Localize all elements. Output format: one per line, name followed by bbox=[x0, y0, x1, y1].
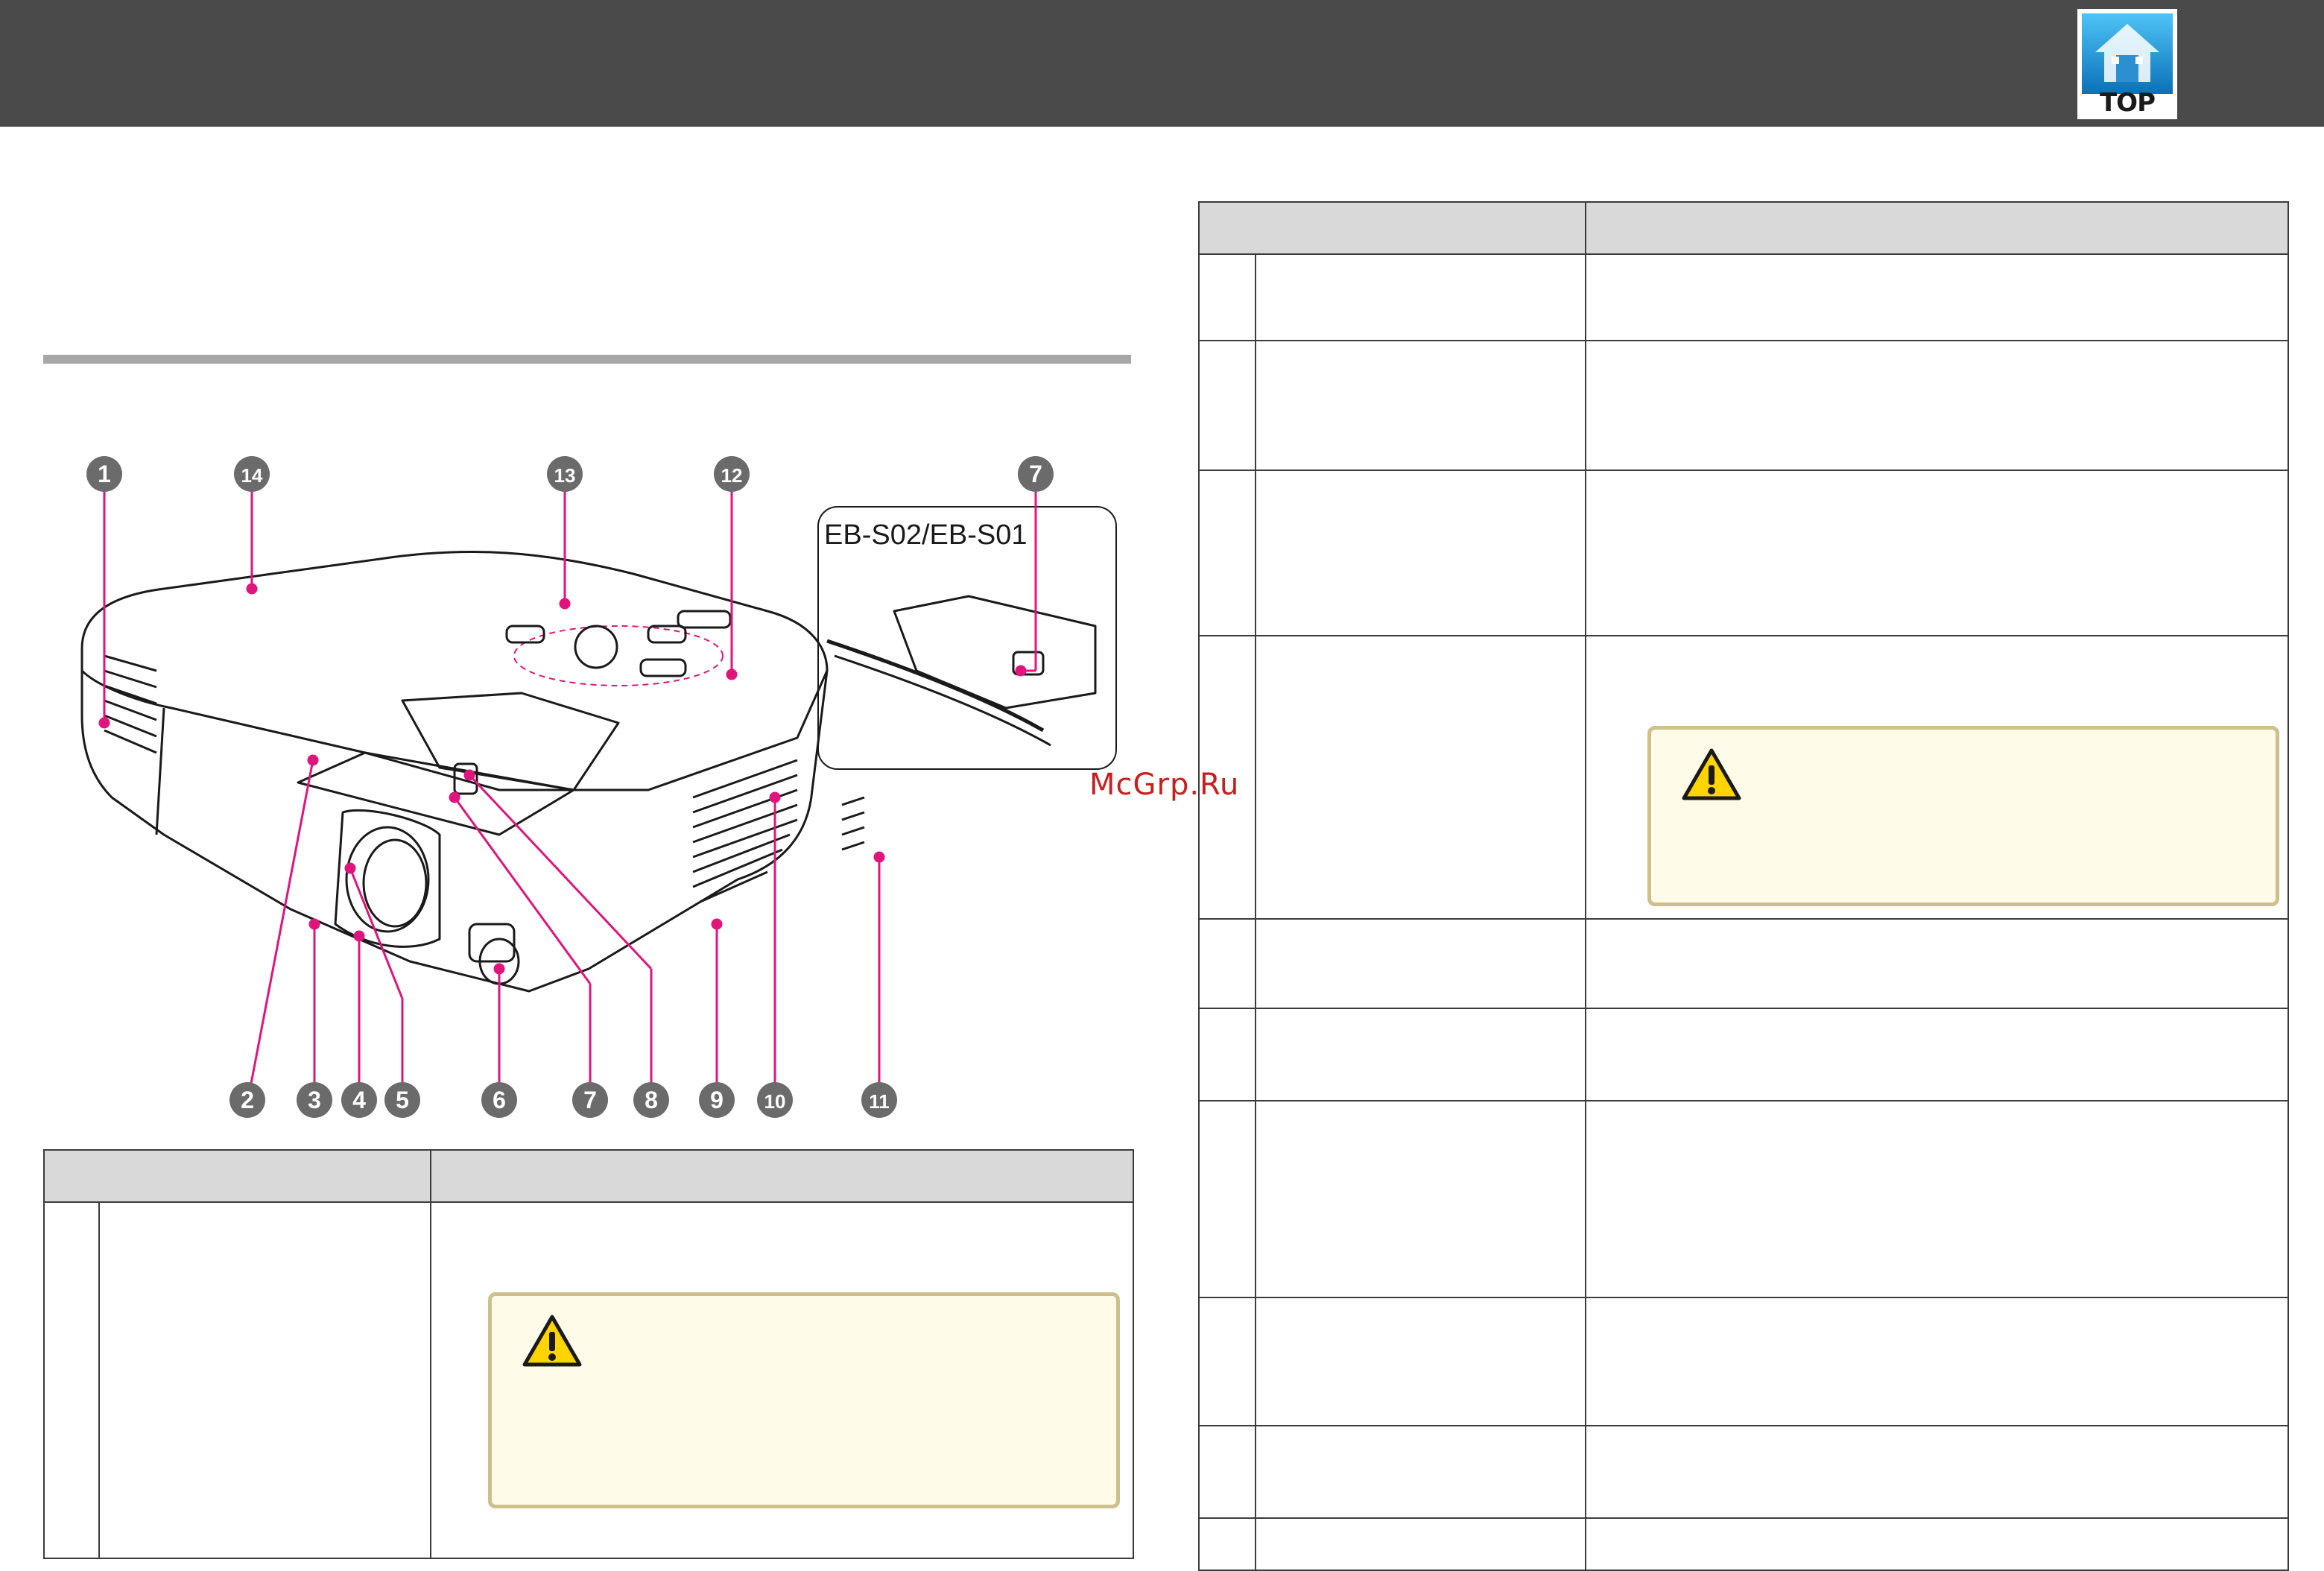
table-row bbox=[1198, 1297, 2289, 1426]
callout-number: 13 bbox=[554, 464, 576, 487]
warning-triangle-icon bbox=[1682, 748, 1741, 800]
row-description bbox=[1585, 1008, 2289, 1101]
table-header-row bbox=[43, 1149, 1134, 1203]
row-number bbox=[43, 1201, 100, 1559]
row-description bbox=[1585, 340, 2289, 471]
parts-table-left bbox=[43, 1149, 1134, 1559]
callout-number: 5 bbox=[396, 1087, 409, 1113]
parts-table-right bbox=[1198, 201, 2289, 1571]
row-name bbox=[1255, 635, 1586, 920]
table-header-name bbox=[43, 1149, 431, 1203]
row-number bbox=[1198, 253, 1256, 341]
row-number bbox=[1198, 1297, 1256, 1426]
header-bar bbox=[0, 0, 2324, 127]
callout-number: 8 bbox=[645, 1087, 658, 1113]
callout-number: 2 bbox=[241, 1087, 254, 1113]
warning-triangle-icon bbox=[522, 1315, 582, 1367]
table-row bbox=[1198, 1008, 2289, 1101]
table-row bbox=[1198, 918, 2289, 1009]
row-description bbox=[1585, 1297, 2289, 1426]
projector-illustration: 12 3 4 5 6 7 8 9 10 11121314 7 EB-S02/EB-S01 bbox=[80, 456, 1117, 1118]
row-name bbox=[1255, 1297, 1586, 1426]
table-row bbox=[43, 1201, 1134, 1559]
table-row bbox=[1198, 253, 2289, 341]
table-header-name bbox=[1198, 201, 1586, 255]
callout-number: 1 bbox=[98, 461, 111, 487]
callout-number: 7 bbox=[583, 1087, 597, 1113]
table-row bbox=[1198, 1517, 2289, 1571]
row-description bbox=[1585, 470, 2289, 636]
caution-box bbox=[1647, 726, 2279, 906]
callout-number: 10 bbox=[764, 1090, 786, 1113]
row-number bbox=[1198, 1517, 1256, 1571]
row-number bbox=[1198, 470, 1256, 636]
row-description bbox=[1585, 635, 2289, 920]
callout-number: 12 bbox=[721, 464, 743, 487]
row-number bbox=[1198, 1425, 1256, 1519]
callout-number: 9 bbox=[710, 1087, 724, 1113]
section-rule bbox=[43, 355, 1131, 364]
row-description bbox=[1585, 1517, 2289, 1571]
caution-box bbox=[488, 1292, 1120, 1508]
row-description bbox=[1585, 1100, 2289, 1298]
row-number bbox=[1198, 918, 1256, 1009]
row-name bbox=[1255, 1517, 1586, 1571]
callout-number: 6 bbox=[493, 1087, 506, 1113]
top-button-label: TOP bbox=[2099, 88, 2156, 118]
row-name bbox=[1255, 1100, 1586, 1298]
table-row bbox=[1198, 340, 2289, 471]
row-name bbox=[1255, 340, 1586, 471]
table-row bbox=[1198, 470, 2289, 636]
table-header-function bbox=[1585, 201, 2289, 255]
row-description bbox=[1585, 1425, 2289, 1519]
row-description bbox=[1585, 253, 2289, 341]
callout-number: 7 bbox=[1029, 461, 1042, 487]
row-name bbox=[1255, 1425, 1586, 1519]
callout-number: 3 bbox=[308, 1087, 321, 1113]
manual-page: TOP 1 2 3 4 5 6 7 8 9 10 11 12 13 14 7 E… bbox=[0, 0, 2324, 1571]
row-name bbox=[1255, 918, 1586, 1009]
table-row bbox=[1198, 1425, 2289, 1519]
row-number bbox=[1198, 1008, 1256, 1101]
row-description bbox=[430, 1201, 1134, 1559]
home-icon bbox=[2082, 13, 2173, 94]
callout-number: 14 bbox=[241, 464, 263, 487]
row-number bbox=[1198, 1100, 1256, 1298]
row-name bbox=[1255, 1008, 1586, 1101]
inset-model-label: EB-S02/EB-S01 bbox=[824, 519, 1027, 551]
row-number bbox=[1198, 340, 1256, 471]
row-number bbox=[1198, 635, 1256, 920]
callout-number: 4 bbox=[352, 1087, 366, 1113]
table-header-function bbox=[430, 1149, 1134, 1203]
callout-number: 11 bbox=[869, 1090, 890, 1113]
table-row bbox=[1198, 635, 2289, 920]
row-name bbox=[1255, 470, 1586, 636]
table-header-row bbox=[1198, 201, 2289, 255]
row-name bbox=[98, 1201, 431, 1559]
row-name bbox=[1255, 253, 1586, 341]
row-description bbox=[1585, 918, 2289, 1009]
table-row bbox=[1198, 1100, 2289, 1298]
top-button[interactable]: TOP bbox=[2077, 9, 2177, 119]
